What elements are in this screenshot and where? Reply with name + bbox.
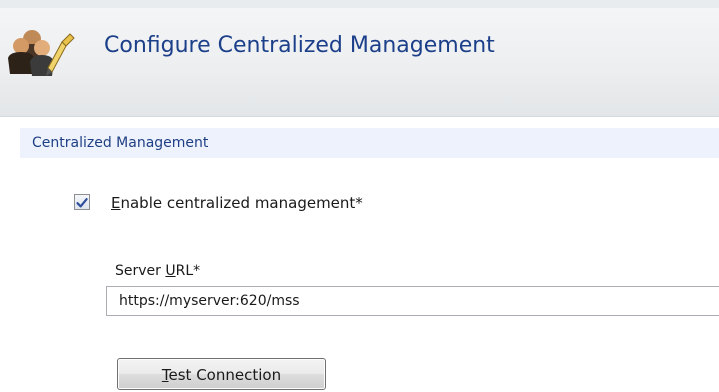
test-label-text: est Connection xyxy=(168,366,282,384)
users-settings-icon xyxy=(8,30,75,76)
server-url-label: Server URL* xyxy=(115,263,200,279)
page-title: Configure Centralized Management xyxy=(104,33,495,58)
server-url-input[interactable]: https://myserver:620/mss xyxy=(106,286,719,316)
enable-centralized-management-checkbox[interactable] xyxy=(74,194,90,210)
test-label-mnemonic: T xyxy=(161,366,169,384)
enable-centralized-management-label[interactable]: Enable centralized management* xyxy=(111,194,363,212)
configure-window: Configure Centralized Management Central… xyxy=(0,0,719,392)
section-title: Centralized Management xyxy=(32,135,209,151)
section-header: Centralized Management xyxy=(20,128,719,158)
test-connection-button[interactable]: Test Connection xyxy=(117,358,326,390)
header-banner: Configure Centralized Management xyxy=(0,0,719,117)
enable-label-text: nable centralized management* xyxy=(120,194,363,212)
checkmark-icon xyxy=(76,198,88,208)
server-url-label-rest: RL* xyxy=(175,263,201,279)
server-url-label-mnemonic: U xyxy=(165,263,176,279)
server-url-label-prefix: Server xyxy=(115,263,166,279)
server-url-value: https://myserver:620/mss xyxy=(119,293,300,309)
test-connection-label: Test Connection xyxy=(118,366,325,384)
